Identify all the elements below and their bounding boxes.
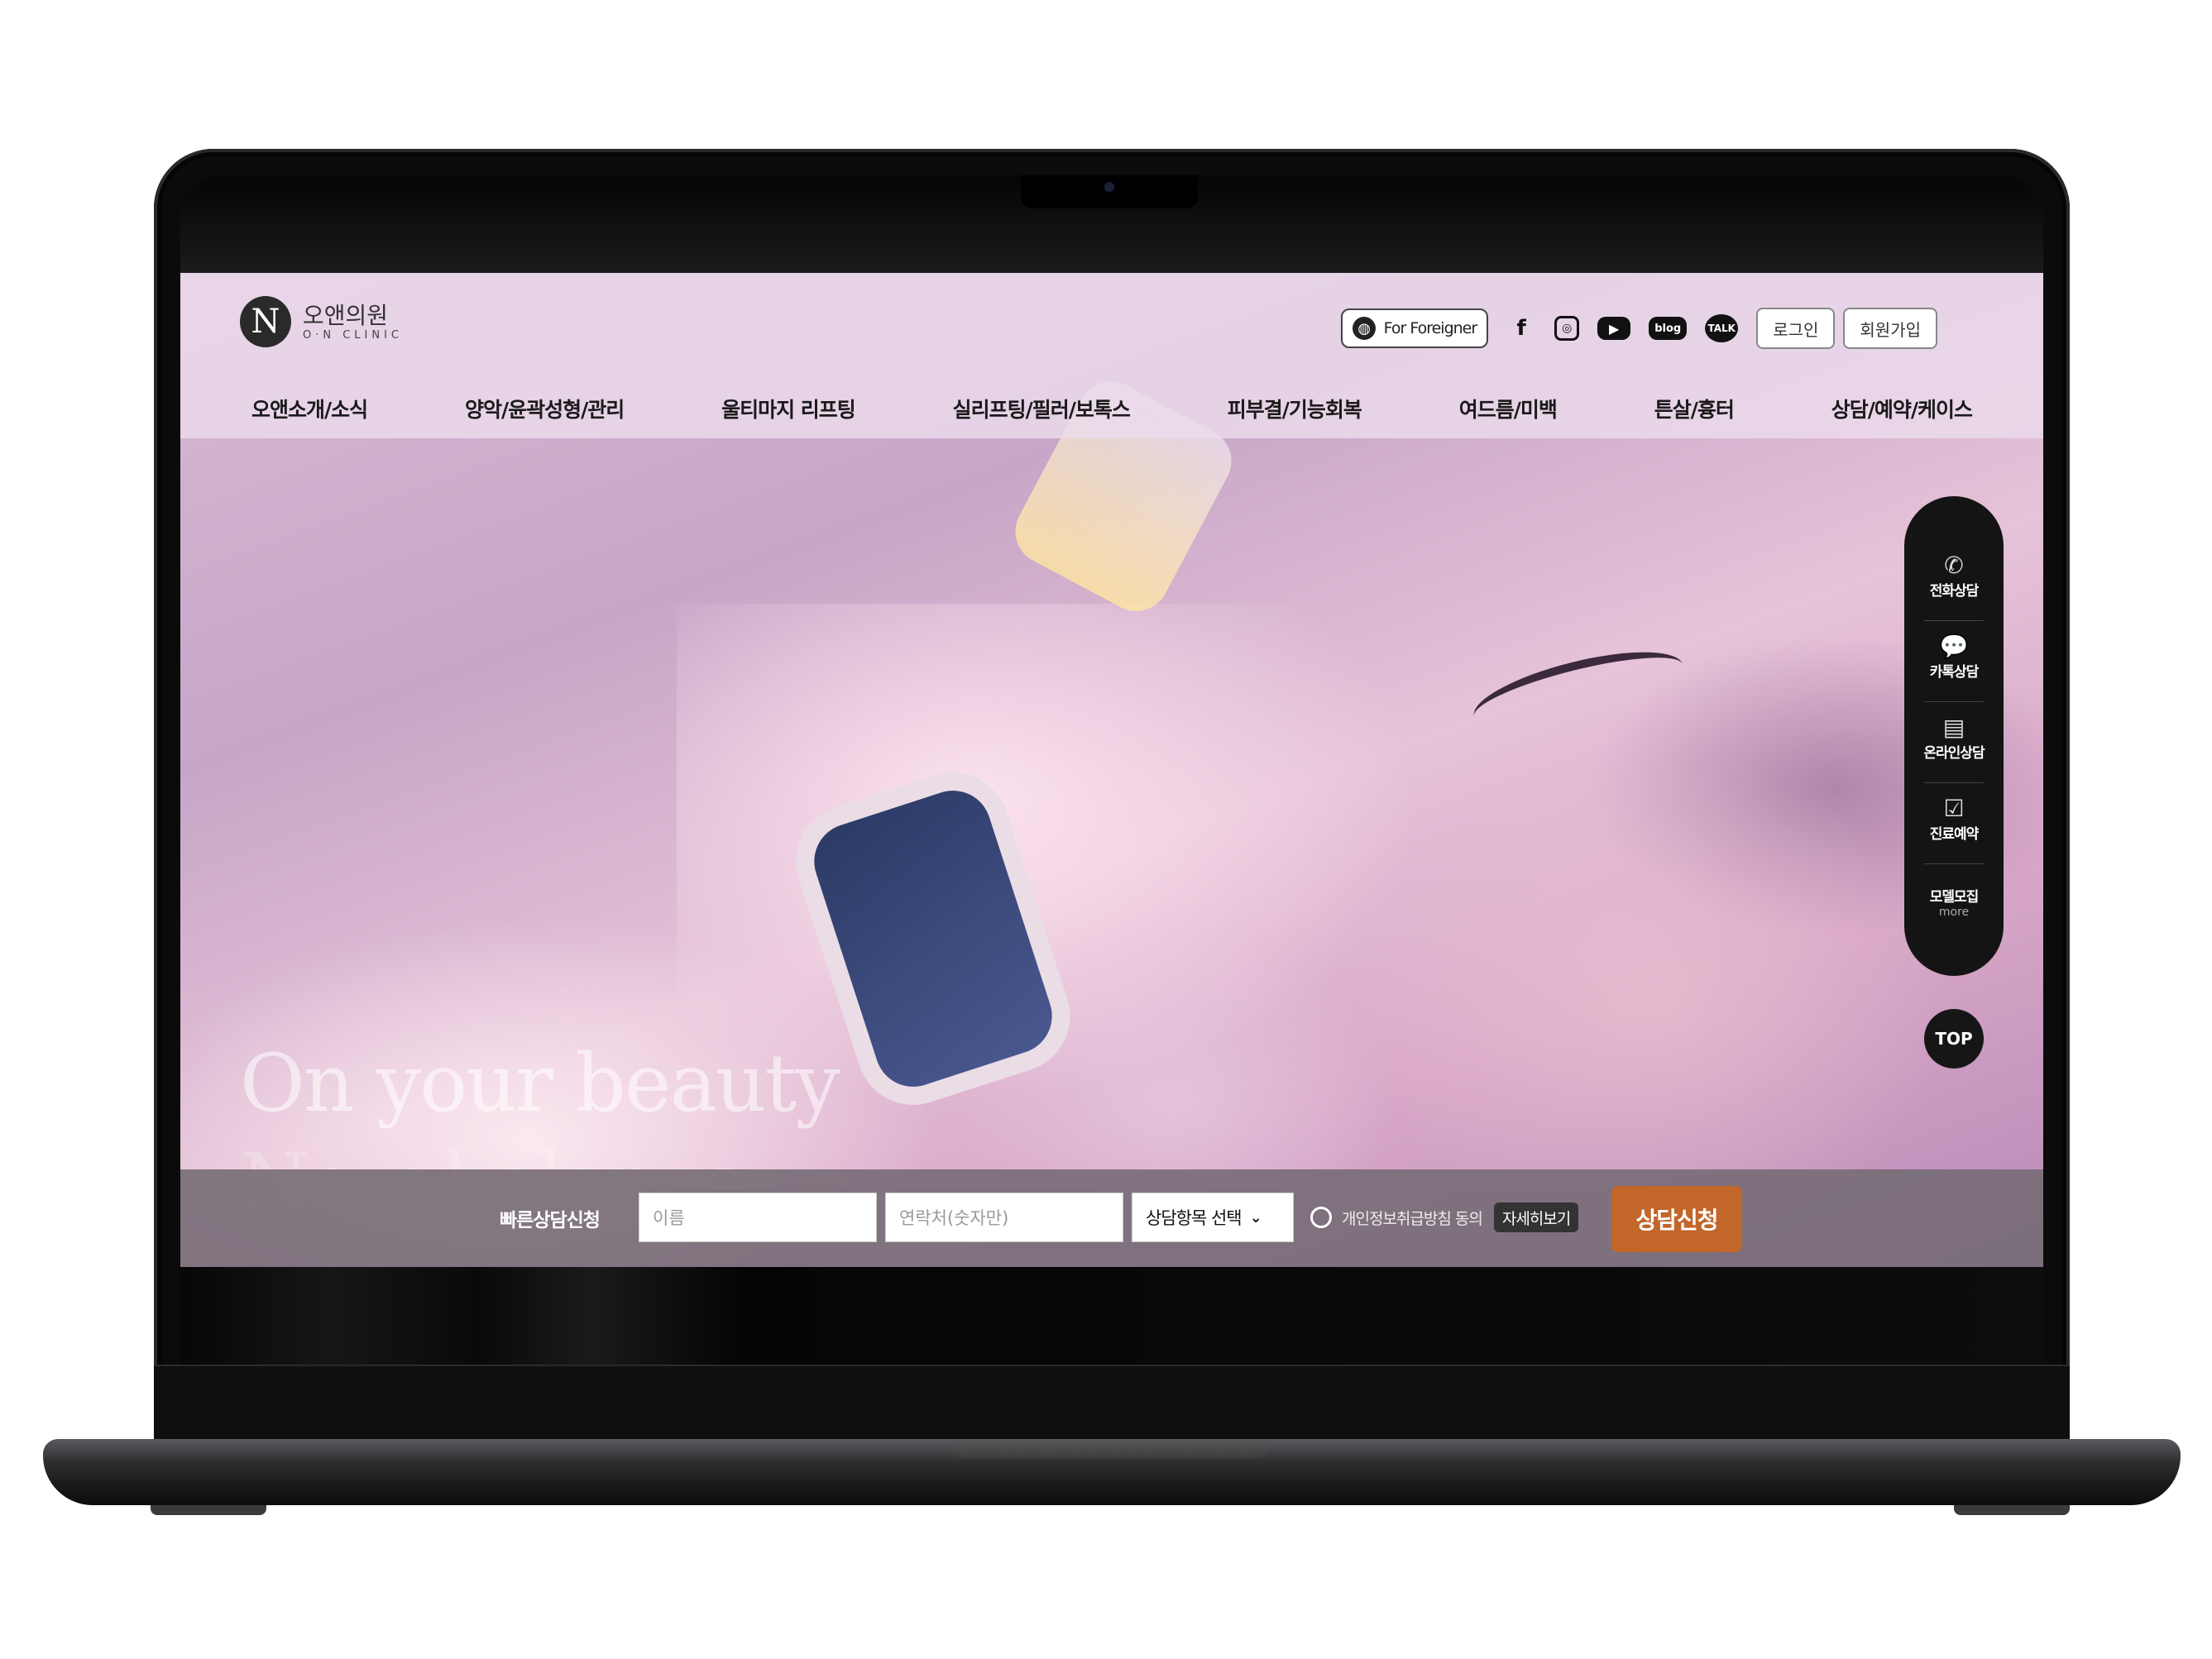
quick-reservation[interactable]: ☑ 진료예약	[1913, 795, 1995, 844]
quick-online-consult[interactable]: ▤ 온라인상담	[1913, 714, 1995, 763]
browser-viewport: On your beauty New balance N 오앤의원 O·N CL…	[180, 273, 2043, 1267]
logo-mark-icon: N	[240, 296, 291, 347]
header-utility: ◍ For Foreigner f ◎ ▶ blog TALK 로그인 회원가입	[1340, 308, 1937, 349]
monitor-icon: ▤	[1942, 714, 1965, 741]
quick-online-label: 온라인상담	[1923, 745, 1985, 762]
quick-kakao-label: 카톡상담	[1929, 664, 1980, 681]
hero-image-eye	[1467, 636, 1690, 745]
nav-item-jaw-surgery[interactable]: 양악/윤곽성형/관리	[465, 394, 625, 423]
quick-kakao-consult[interactable]: 💬 카톡상담	[1913, 633, 1995, 681]
main-nav: 오앤소개/소식 양악/윤곽성형/관리 울티마지 리프팅 실리프팅/필러/보톡스 …	[251, 394, 1973, 423]
privacy-agree-label: 개인정보취급방침 동의	[1342, 1209, 1483, 1228]
nav-item-about[interactable]: 오앤소개/소식	[251, 394, 368, 423]
site-header: N 오앤의원 O·N CLINIC ◍ For Foreigner f ◎ ▶ …	[180, 273, 2043, 438]
chevron-down-icon: ⌄	[1249, 1208, 1262, 1226]
quick-consult-bar: 빠른상담신청 이름 연락처(숫자만) 상담항목 선택 ⌄ 개인정보취급방침 동의…	[180, 1169, 2043, 1267]
instagram-icon[interactable]: ◎	[1554, 316, 1580, 341]
logo-name-en: O·N CLINIC	[303, 328, 404, 342]
quick-menu: ✆ 전화상담 💬 카톡상담 ▤ 온라인상담 ☑ 진료예약 모델모집 more	[1904, 496, 2004, 976]
privacy-agree: 개인정보취급방침 동의 자세히보기	[1310, 1202, 1579, 1232]
globe-icon: ◍	[1352, 317, 1376, 340]
consult-type-select[interactable]: 상담항목 선택 ⌄	[1132, 1193, 1294, 1242]
nav-item-skin-texture[interactable]: 피부결/기능회복	[1228, 394, 1362, 423]
consult-type-value: 상담항목 선택	[1146, 1208, 1242, 1228]
signup-button[interactable]: 회원가입	[1843, 308, 1937, 349]
quick-phone-label: 전화상담	[1929, 583, 1980, 600]
nav-item-acne[interactable]: 여드름/미백	[1459, 394, 1558, 423]
privacy-agree-radio[interactable]	[1310, 1207, 1332, 1228]
quick-divider	[1924, 620, 1984, 621]
name-input[interactable]: 이름	[639, 1193, 877, 1242]
quick-model-recruit[interactable]: 모델모집 more	[1913, 885, 1995, 919]
calendar-check-icon: ☑	[1943, 795, 1965, 822]
quick-divider	[1924, 701, 1984, 702]
screen-bottom-bezel	[180, 1267, 2043, 1365]
camera-notch	[1021, 175, 1198, 208]
logo-name-ko: 오앤의원	[303, 301, 389, 329]
quick-phone-consult[interactable]: ✆ 전화상담	[1913, 552, 1995, 600]
laptop-thumb-notch	[948, 1439, 1272, 1459]
quick-divider	[1924, 782, 1984, 783]
quick-model-label: 모델모집	[1929, 889, 1980, 906]
quick-divider	[1924, 863, 1984, 864]
login-button[interactable]: 로그인	[1756, 308, 1836, 349]
quick-reservation-label: 진료예약	[1929, 826, 1980, 843]
phone-input[interactable]: 연락처(숫자만)	[885, 1193, 1123, 1242]
blog-icon[interactable]: blog	[1649, 317, 1688, 340]
for-foreigner-button[interactable]: ◍ For Foreigner	[1340, 308, 1489, 348]
site-logo[interactable]: N 오앤의원 O·N CLINIC	[240, 296, 403, 347]
quick-consult-title: 빠른상담신청	[500, 1210, 601, 1231]
logo-text: 오앤의원 O·N CLINIC	[303, 301, 404, 342]
nav-item-consult[interactable]: 상담/예약/케이스	[1831, 394, 1973, 423]
laptop-foot-right	[1954, 1505, 2070, 1515]
camera-icon	[1104, 182, 1114, 192]
for-foreigner-label: For Foreigner	[1383, 319, 1478, 337]
privacy-detail-button[interactable]: 자세히보기	[1493, 1202, 1579, 1232]
talk-bubble-icon: 💬	[1939, 633, 1969, 660]
nav-item-thread-lifting[interactable]: 실리프팅/필러/보톡스	[953, 394, 1131, 423]
phone-icon: ✆	[1944, 552, 1964, 579]
kakaotalk-icon[interactable]: TALK	[1705, 314, 1739, 342]
facebook-icon[interactable]: f	[1506, 313, 1536, 343]
hero-headline-text: On your beauty	[240, 1037, 840, 1130]
nav-item-stretch-marks[interactable]: 튼살/흉터	[1654, 394, 1735, 423]
youtube-icon[interactable]: ▶	[1597, 317, 1631, 340]
laptop-foot-left	[151, 1505, 266, 1515]
consult-submit-button[interactable]: 상담신청	[1611, 1186, 1742, 1252]
nav-item-ultimage-lifting[interactable]: 울티마지 리프팅	[721, 394, 856, 423]
scroll-top-button[interactable]: TOP	[1924, 1009, 1984, 1069]
quick-model-more: more	[1938, 906, 1970, 919]
laptop-lid-chin	[154, 1365, 2070, 1441]
